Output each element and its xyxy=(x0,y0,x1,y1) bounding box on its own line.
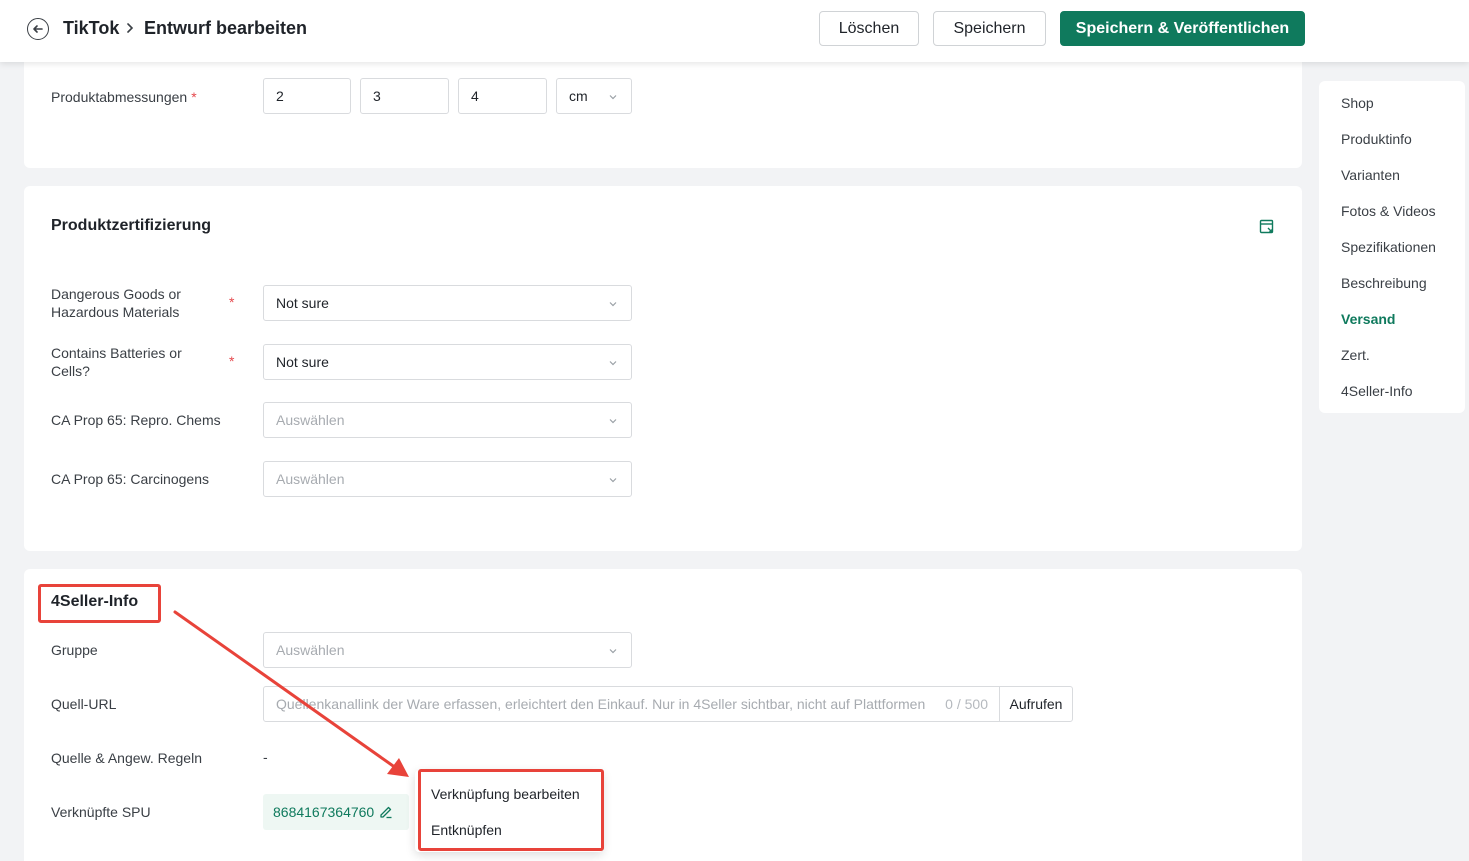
nav-item-4seller-info[interactable]: 4Seller-Info xyxy=(1341,383,1413,399)
open-url-button[interactable]: Aufrufen xyxy=(999,686,1073,722)
dangerous-goods-label: Dangerous Goods or Hazardous Materials xyxy=(51,285,181,321)
save-publish-button[interactable]: Speichern & Veröffentlichen xyxy=(1060,11,1305,46)
dangerous-goods-label-line1: Dangerous Goods or xyxy=(51,286,181,302)
prop65-carcinogens-label: CA Prop 65: Carcinogens xyxy=(51,471,209,487)
unit-select[interactable]: cm xyxy=(556,78,632,114)
required-mark: * xyxy=(229,294,235,310)
nav-item-beschreibung[interactable]: Beschreibung xyxy=(1341,275,1427,291)
dimensions-label: Produktabmessungen * xyxy=(51,88,197,106)
source-url-placeholder: Quellenkanallink der Ware erfassen, erle… xyxy=(276,696,926,712)
spu-label: Verknüpfte SPU xyxy=(51,804,151,820)
spu-action-menu: Verknüpfung bearbeiten Entknüpfen xyxy=(415,770,603,852)
chevron-down-icon xyxy=(609,361,617,366)
top-header: TikTok Entwurf bearbeiten Löschen Speich… xyxy=(0,0,1469,62)
page-title: Entwurf bearbeiten xyxy=(144,18,308,38)
chevron-right-icon xyxy=(127,23,134,33)
length-input[interactable]: 2 xyxy=(263,78,351,114)
chevron-down-icon xyxy=(609,478,617,483)
group-select[interactable]: Auswählen xyxy=(263,632,632,668)
prop65-repro-select[interactable]: Auswählen xyxy=(263,402,632,438)
chevron-down-icon xyxy=(609,95,617,100)
nav-item-produktinfo[interactable]: Produktinfo xyxy=(1341,131,1412,147)
dangerous-goods-label-line2: Hazardous Materials xyxy=(51,304,180,320)
prop65-repro-label: CA Prop 65: Repro. Chems xyxy=(51,412,221,428)
collapse-panel-icon[interactable] xyxy=(1259,219,1275,235)
edit-icon[interactable] xyxy=(379,805,393,819)
batteries-label-line1: Contains Batteries or xyxy=(51,345,182,361)
chevron-down-icon xyxy=(609,649,617,654)
nav-item-shop[interactable]: Shop xyxy=(1341,95,1374,111)
prop65-carcinogens-placeholder: Auswählen xyxy=(276,471,345,487)
section-nav: Shop Produktinfo Varianten Fotos & Video… xyxy=(1319,81,1465,413)
group-label: Gruppe xyxy=(51,642,98,658)
width-input[interactable]: 3 xyxy=(360,78,449,114)
arrow-left-icon xyxy=(33,25,43,33)
spu-value: 8684167364760 xyxy=(273,804,375,820)
certification-card: Produktzertifizierung Dangerous Goods or… xyxy=(24,186,1302,551)
required-mark: * xyxy=(191,89,197,105)
batteries-label: Contains Batteries or Cells? xyxy=(51,344,182,380)
height-input[interactable]: 4 xyxy=(458,78,547,114)
source-url-input[interactable]: Quellenkanallink der Ware erfassen, erle… xyxy=(263,686,1000,722)
rules-value: - xyxy=(263,749,268,765)
breadcrumb-app[interactable]: TikTok xyxy=(63,16,119,40)
linked-spu-badge[interactable]: 8684167364760 xyxy=(263,794,409,830)
delete-button[interactable]: Löschen xyxy=(819,11,919,46)
unit-value: cm xyxy=(569,88,588,104)
group-placeholder: Auswählen xyxy=(276,642,345,658)
chevron-down-icon xyxy=(609,419,617,424)
dangerous-goods-value: Not sure xyxy=(276,295,329,311)
batteries-select[interactable]: Not sure xyxy=(263,344,632,380)
certification-title: Produktzertifizierung xyxy=(51,217,212,234)
seller-info-card: 4Seller-Info Gruppe Auswählen Quell-URL … xyxy=(24,569,1302,861)
required-mark: * xyxy=(229,353,235,369)
nav-item-varianten[interactable]: Varianten xyxy=(1341,167,1400,183)
edit-link-menu-item[interactable]: Verknüpfung bearbeiten xyxy=(431,786,580,802)
batteries-label-line2: Cells? xyxy=(51,363,90,379)
nav-item-spezifikationen[interactable]: Spezifikationen xyxy=(1341,239,1436,255)
seller-info-title: 4Seller-Info xyxy=(51,593,139,610)
dimensions-label-text: Produktabmessungen xyxy=(51,89,188,105)
dangerous-goods-select[interactable]: Not sure xyxy=(263,285,632,321)
save-button[interactable]: Speichern xyxy=(933,11,1046,46)
prop65-carcinogens-select[interactable]: Auswählen xyxy=(263,461,632,497)
prop65-repro-placeholder: Auswählen xyxy=(276,412,345,428)
chevron-down-icon xyxy=(609,302,617,307)
nav-item-versand[interactable]: Versand xyxy=(1341,311,1395,327)
nav-item-zert[interactable]: Zert. xyxy=(1341,347,1370,363)
char-counter: 0 / 500 xyxy=(945,696,988,712)
nav-item-fotos-videos[interactable]: Fotos & Videos xyxy=(1341,203,1436,219)
batteries-value: Not sure xyxy=(276,354,329,370)
rules-label: Quelle & Angew. Regeln xyxy=(51,750,202,766)
source-url-label: Quell-URL xyxy=(51,696,117,712)
unlink-menu-item[interactable]: Entknüpfen xyxy=(431,822,502,838)
back-button[interactable] xyxy=(27,18,49,40)
